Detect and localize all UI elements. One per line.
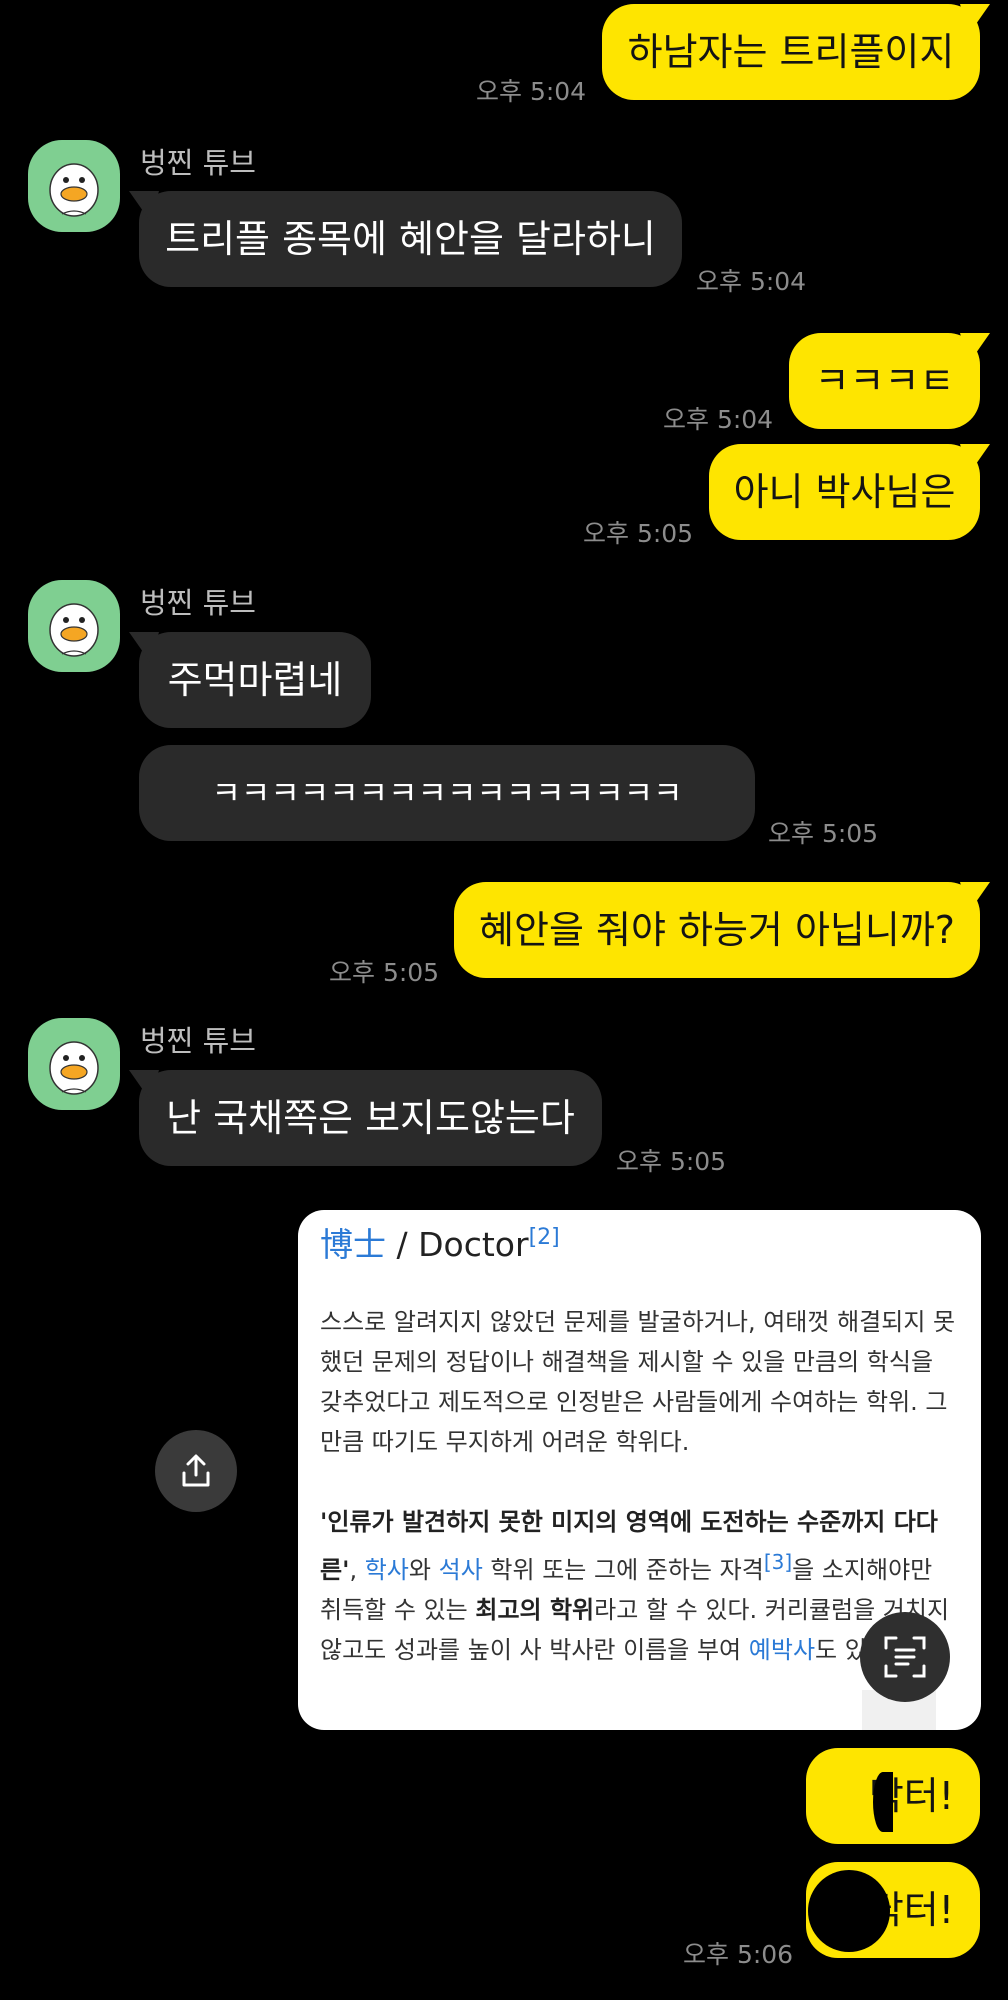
duck-avatar-icon — [49, 603, 99, 657]
doc-paragraph-1: 스스로 알려지지 않았던 문제를 발굴하거나, 여태껏 해결되지 못했던 문제의… — [320, 1308, 956, 1456]
message-text: 트리플 종목에 혜안을 달라하니 — [165, 217, 656, 261]
message-time: 오후 5:06 — [683, 1940, 794, 1969]
their-message-bubble[interactable]: 주먹마렵네 — [139, 632, 371, 728]
sender-name: 벙찐 튜브 — [140, 586, 256, 620]
avatar[interactable] — [28, 580, 120, 672]
message-time: 오후 5:05 — [768, 819, 879, 848]
my-message-bubble[interactable]: 닥터! — [806, 1748, 980, 1844]
message-text: ㅋㅋㅋㅌ — [814, 359, 955, 403]
avatar[interactable] — [28, 1018, 120, 1110]
sender-name: 벙찐 튜브 — [140, 146, 256, 180]
video-overlay — [808, 1870, 890, 1952]
message-text: 주먹마렵네 — [167, 658, 343, 702]
my-message-bubble[interactable]: 아니 박사님은 — [709, 444, 980, 540]
message-time: 오후 5:05 — [329, 958, 440, 987]
message-time: 오후 5:05 — [616, 1147, 727, 1176]
message-time: 오후 5:05 — [583, 519, 694, 548]
message-text: 아니 박사님은 — [733, 470, 956, 514]
message-time: 오후 5:04 — [696, 267, 807, 296]
message-text: ㅋㅋㅋㅋㅋㅋㅋㅋㅋㅋㅋㅋㅋㅋㅋㅋ — [211, 774, 683, 812]
message-time: 오후 5:04 — [663, 405, 774, 434]
my-message-bubble[interactable]: ㅋㅋㅋㅌ — [789, 333, 980, 429]
duck-avatar-icon — [49, 163, 99, 217]
message-text: 혜안을 줘야 하능거 아닙니까? — [479, 908, 955, 952]
doc-title: 博士 / Doctor[2] — [320, 1225, 560, 1264]
share-button[interactable] — [155, 1430, 237, 1512]
their-message-bubble[interactable]: 난 국채쪽은 보지도않는다 — [139, 1070, 602, 1166]
their-message-bubble[interactable]: 트리플 종목에 혜안을 달라하니 — [139, 191, 682, 287]
share-icon — [182, 1454, 210, 1487]
text-scan-icon — [884, 1636, 926, 1678]
my-message-bubble[interactable]: 하남자는 트리플이지 — [602, 4, 980, 100]
message-text: 하남자는 트리플이지 — [627, 30, 955, 74]
video-overlay — [873, 1772, 893, 1832]
message-text: 난 국채쪽은 보지도않는다 — [166, 1096, 575, 1140]
sender-name: 벙찐 튜브 — [140, 1024, 256, 1058]
my-message-bubble[interactable]: 혜안을 줘야 하능거 아닙니까? — [454, 882, 980, 978]
text-scan-button[interactable] — [860, 1612, 950, 1702]
their-message-bubble[interactable]: ㅋㅋㅋㅋㅋㅋㅋㅋㅋㅋㅋㅋㅋㅋㅋㅋ — [139, 745, 755, 841]
message-time: 오후 5:04 — [476, 77, 587, 106]
duck-avatar-icon — [49, 1041, 99, 1095]
avatar[interactable] — [28, 140, 120, 232]
